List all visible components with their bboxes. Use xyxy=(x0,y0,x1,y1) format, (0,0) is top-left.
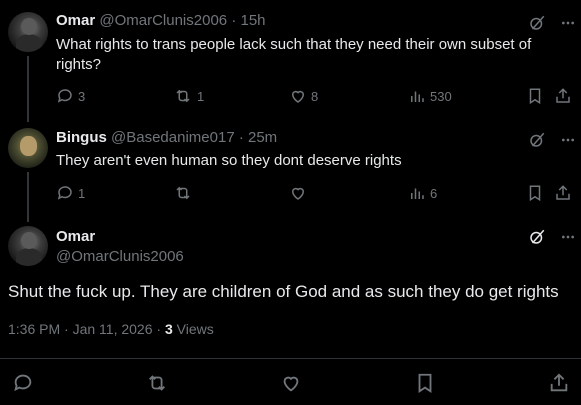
tweet-metadata: 1:36 PM · Jan 11, 2026 · 3 Views xyxy=(8,321,214,337)
like-button[interactable]: 8 xyxy=(289,87,318,105)
more-icon[interactable] xyxy=(560,15,576,31)
repost-icon xyxy=(176,89,190,103)
tweet-header: Bingus @Basedanime017 · 25m xyxy=(56,129,277,146)
reply-button[interactable]: 3 xyxy=(56,87,85,105)
share-icon xyxy=(556,88,570,103)
views-icon xyxy=(411,188,424,199)
tweet-top-icons xyxy=(528,228,576,246)
tweet-timestamp[interactable]: 1:36 PM · Jan 11, 2026 · xyxy=(8,321,165,337)
views-icon xyxy=(411,91,424,102)
reply-icon xyxy=(57,89,72,103)
views-label: Views xyxy=(172,321,214,337)
share-button[interactable] xyxy=(554,184,572,202)
reply-button[interactable]: 1 xyxy=(56,184,85,202)
grok-icon[interactable] xyxy=(528,14,546,32)
share-icon xyxy=(556,185,570,200)
tweet-time[interactable]: 25m xyxy=(248,129,277,146)
views-button[interactable]: 530 xyxy=(408,87,452,105)
avatar[interactable] xyxy=(8,128,48,168)
heart-icon xyxy=(291,187,305,200)
views-count: 6 xyxy=(430,185,438,201)
avatar[interactable] xyxy=(8,12,48,52)
separator-dot: · xyxy=(231,12,237,29)
tweet-header: Omar @OmarClunis2006 · 15h xyxy=(56,12,266,29)
bookmark-icon[interactable] xyxy=(414,372,436,394)
reply-count: 3 xyxy=(78,88,86,104)
author-name[interactable]: Omar xyxy=(56,12,95,29)
main-author-name: Omar xyxy=(56,228,95,245)
tweet-time[interactable]: 15h xyxy=(240,12,265,29)
author-name[interactable]: Bingus xyxy=(56,129,107,146)
tweet-top-icons xyxy=(528,14,576,32)
like-count: 8 xyxy=(311,88,319,104)
reply-icon[interactable] xyxy=(12,372,34,394)
grok-icon[interactable] xyxy=(528,228,546,246)
thread-line xyxy=(27,172,29,222)
divider xyxy=(0,358,581,359)
tweet-text: What rights to trans people lack such th… xyxy=(56,36,532,73)
bookmark-button[interactable] xyxy=(526,87,544,105)
share-icon[interactable] xyxy=(548,372,570,394)
bookmark-button[interactable] xyxy=(526,184,544,202)
views-count: 530 xyxy=(430,88,452,104)
author-handle[interactable]: @OmarClunis2006 xyxy=(99,12,227,29)
share-button[interactable] xyxy=(554,87,572,105)
bookmark-icon xyxy=(529,88,541,105)
avatar[interactable] xyxy=(8,226,48,266)
views-count: 3 xyxy=(164,321,173,337)
repost-count: 1 xyxy=(197,88,205,104)
separator-dot: · xyxy=(238,129,244,146)
tweet-top-icons xyxy=(528,131,576,149)
reply-count: 1 xyxy=(78,185,86,201)
repost-button[interactable]: 1 xyxy=(173,87,204,105)
thread-line xyxy=(27,56,29,122)
more-icon[interactable] xyxy=(560,229,576,245)
author-name[interactable]: Omar xyxy=(56,228,95,245)
tweet-text: They aren't even human so they dont dese… xyxy=(56,152,402,169)
repost-icon xyxy=(176,186,190,200)
main-tweet-text: Shut the fuck up. They are children of G… xyxy=(8,282,559,301)
like-button[interactable] xyxy=(289,184,311,202)
main-author-handle[interactable]: @OmarClunis2006 xyxy=(56,248,184,265)
more-icon[interactable] xyxy=(560,132,576,148)
heart-icon xyxy=(291,90,305,103)
grok-icon[interactable] xyxy=(528,131,546,149)
views-button[interactable]: 6 xyxy=(408,184,437,202)
author-handle[interactable]: @Basedanime017 xyxy=(111,129,235,146)
tweet-actions: 1 6 xyxy=(56,184,576,204)
repost-icon[interactable] xyxy=(145,372,169,394)
reply-icon xyxy=(57,186,72,200)
heart-icon[interactable] xyxy=(280,372,302,394)
tweet-actions: 3 1 8 530 xyxy=(56,87,576,107)
repost-button[interactable] xyxy=(173,184,197,202)
bookmark-icon xyxy=(529,185,541,202)
